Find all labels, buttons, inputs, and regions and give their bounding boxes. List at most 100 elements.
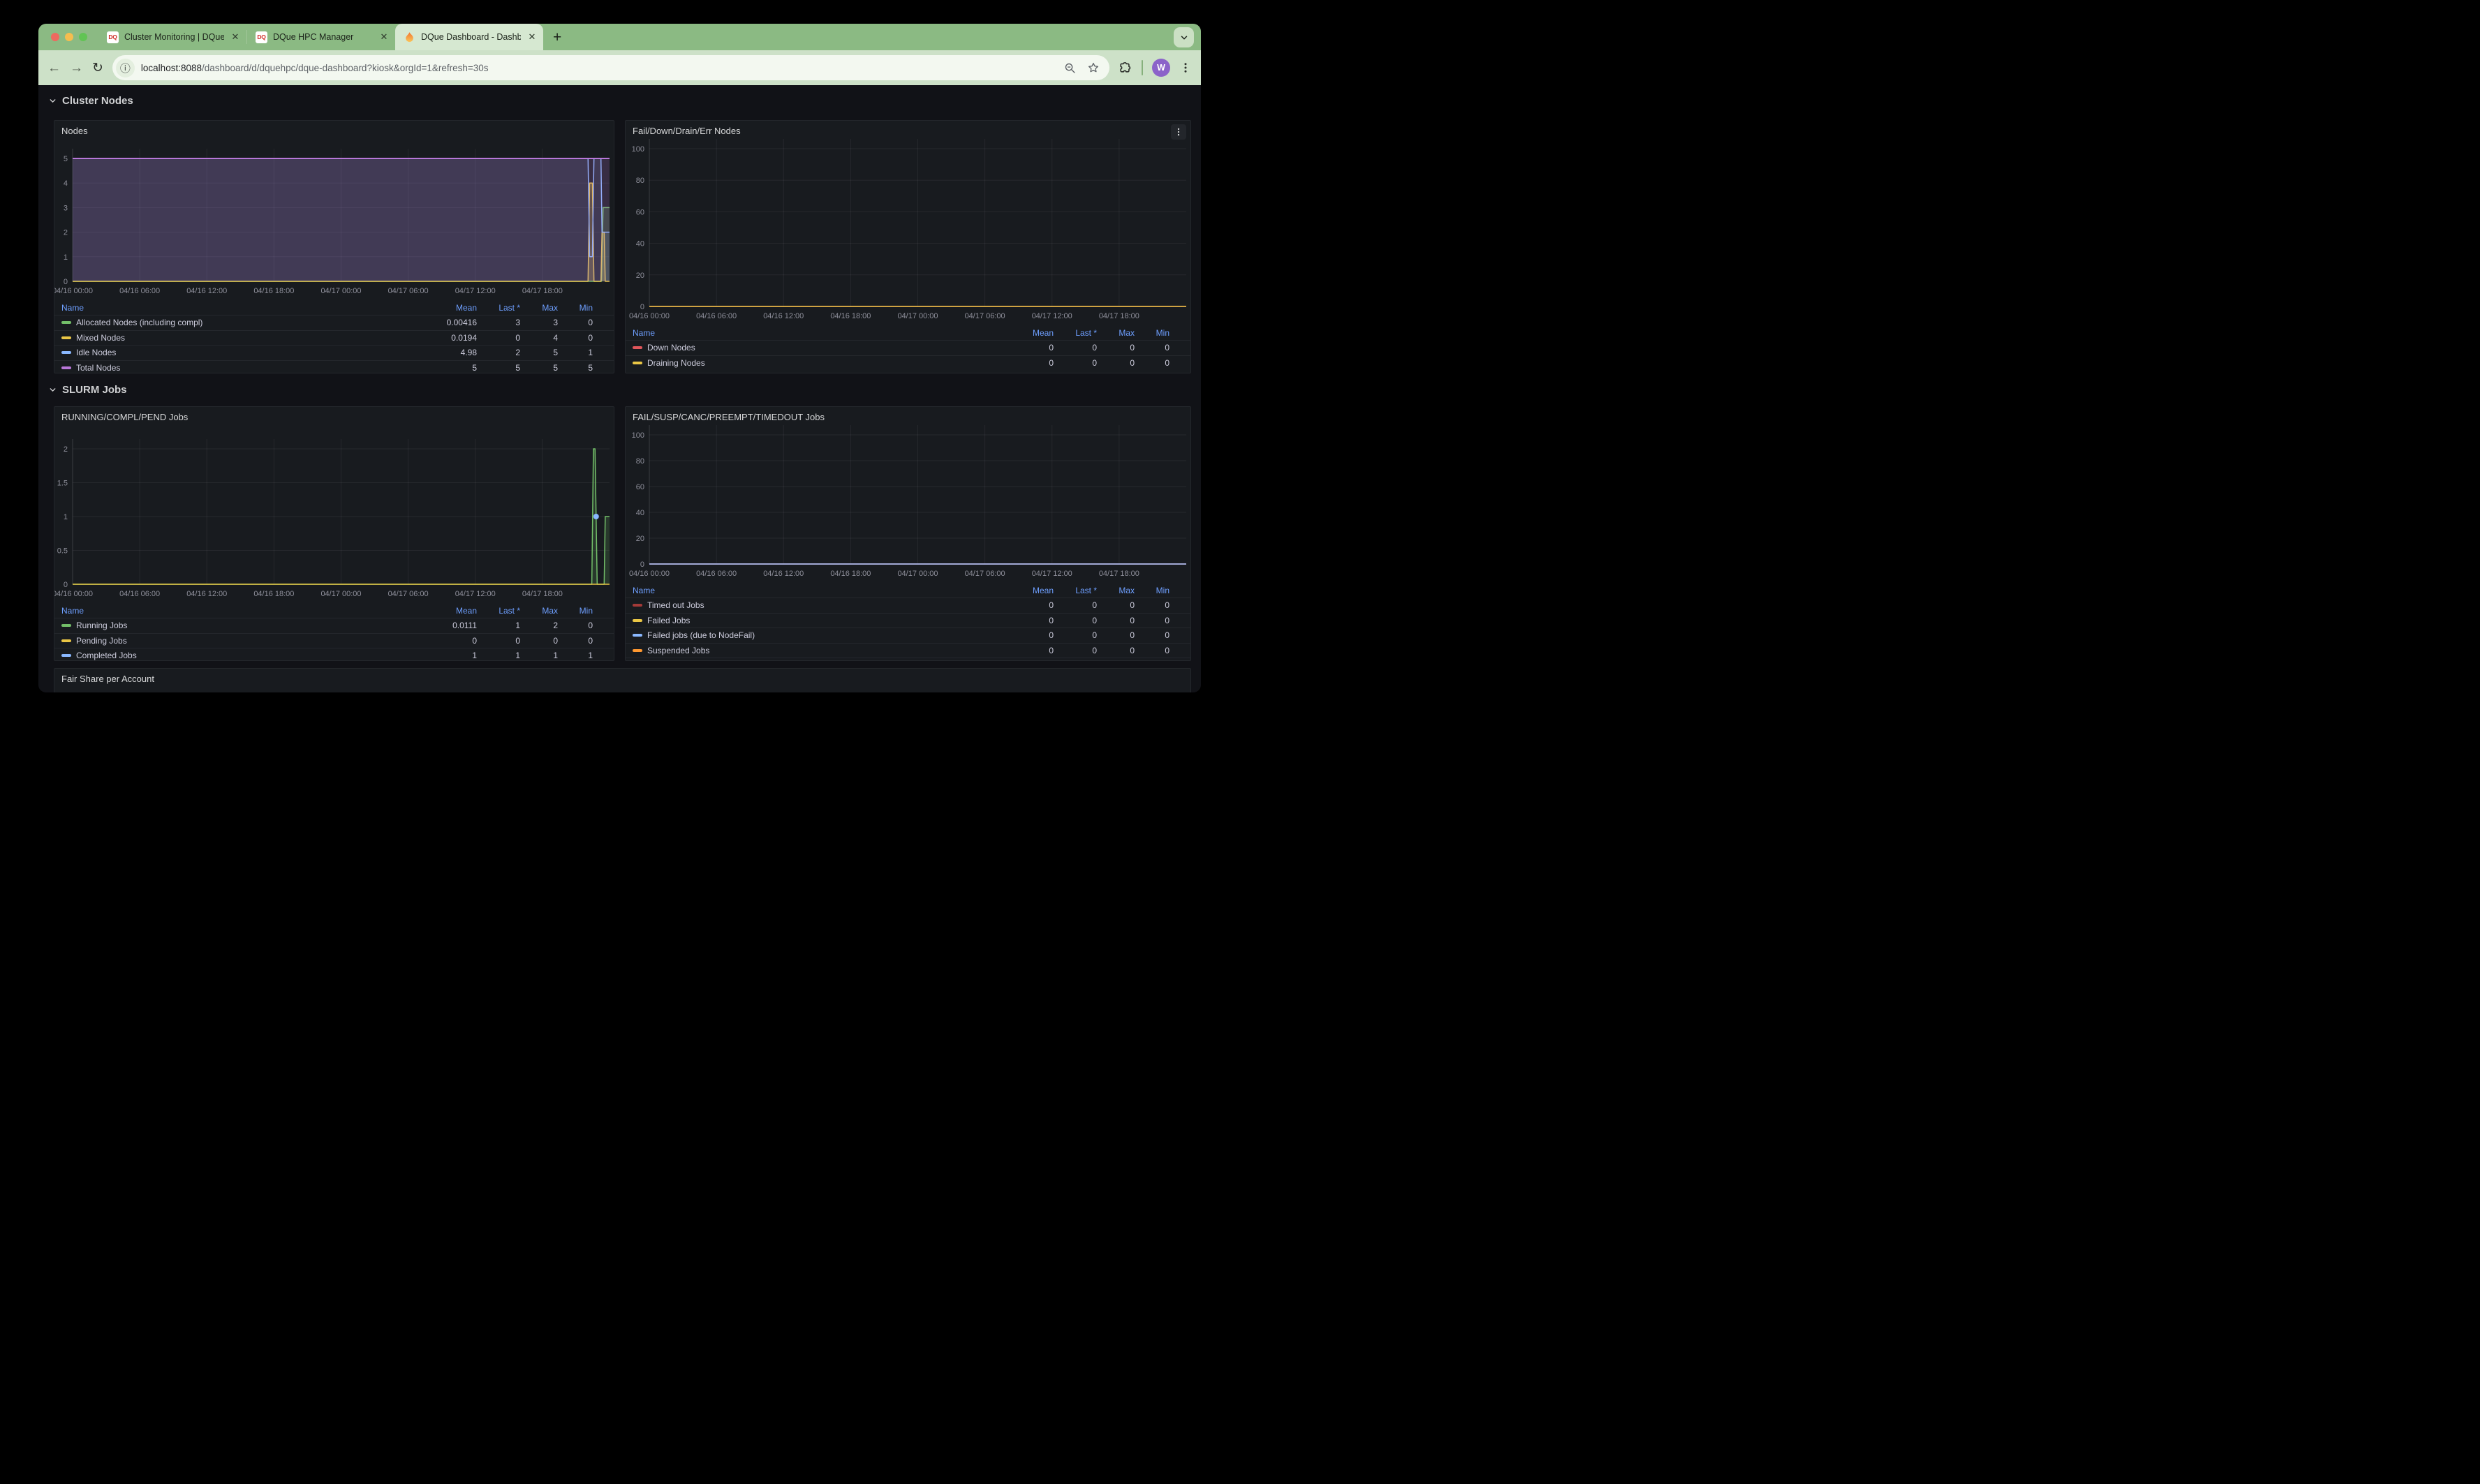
legend-row: Pending Jobs0000 [54, 633, 614, 648]
legend-column-header[interactable]: Name [61, 606, 428, 616]
series-label: Failed Jobs [647, 616, 690, 625]
svg-text:04/17 12:00: 04/17 12:00 [1032, 312, 1072, 320]
tab-dque-hpc-manager[interactable]: DQDQue HPC Manager✕ [247, 24, 395, 50]
section-header-slurm-jobs[interactable]: SLURM Jobs [48, 384, 127, 396]
legend-stat-value: 1 [428, 651, 477, 660]
svg-text:5: 5 [64, 155, 68, 163]
svg-text:04/16 12:00: 04/16 12:00 [763, 570, 804, 578]
legend-row: Total Nodes5555 [54, 360, 614, 373]
tab-close-button[interactable]: ✕ [230, 31, 241, 43]
panel-title[interactable]: Nodes [61, 126, 88, 136]
legend-stat-value: 1 [477, 651, 520, 660]
legend-column-header[interactable]: Name [61, 303, 428, 313]
back-button[interactable]: ← [47, 61, 61, 75]
legend-column-header[interactable]: Min [558, 303, 593, 313]
chart-nodes[interactable]: 01234504/16 00:0004/16 06:0004/16 12:000… [54, 121, 614, 298]
legend-column-header[interactable]: Last * [477, 303, 520, 313]
panel-title[interactable]: Fair Share per Account [61, 674, 154, 684]
chevron-down-icon [1179, 33, 1189, 43]
tab-dque-dashboard-dashboar[interactable]: DQue Dashboard - Dashboar✕ [395, 24, 543, 50]
series-color-swatch [633, 362, 642, 364]
tab-search-button[interactable] [1174, 27, 1194, 47]
legend-column-header[interactable]: Mean [428, 606, 477, 616]
site-info-icon[interactable]: ⓘ [116, 59, 135, 77]
panel-fair-share-per-account: Fair Share per Account [54, 668, 1191, 692]
zoom-out-icon[interactable] [1064, 62, 1076, 74]
legend-row: Mixed Nodes0.0194040 [54, 330, 614, 346]
legend-column-header[interactable]: Max [520, 606, 558, 616]
legend-column-header[interactable]: Min [1135, 328, 1169, 338]
legend-series-name[interactable]: Failed jobs (due to NodeFail) [633, 630, 1005, 640]
legend-column-header[interactable]: Name [633, 328, 1005, 338]
site-favicon: DQ [107, 31, 119, 43]
forward-button[interactable]: → [70, 61, 83, 75]
section-title: SLURM Jobs [62, 384, 127, 396]
svg-text:0.5: 0.5 [57, 547, 68, 556]
legend-series-name[interactable]: Down Nodes [633, 343, 1005, 353]
tab-cluster-monitoring-dque[interactable]: DQCluster Monitoring | DQue✕ [98, 24, 246, 50]
svg-text:04/17 12:00: 04/17 12:00 [455, 590, 496, 598]
series-color-swatch [61, 654, 71, 657]
new-tab-button[interactable]: + [550, 30, 564, 45]
legend-column-header[interactable]: Mean [1005, 586, 1054, 595]
legend-row: Timed out Jobs0000 [626, 598, 1190, 613]
legend-column-header[interactable]: Min [558, 606, 593, 616]
section-header-cluster-nodes[interactable]: Cluster Nodes [48, 95, 133, 107]
legend-series-name[interactable]: Mixed Nodes [61, 333, 428, 343]
tab-close-button[interactable]: ✕ [378, 31, 390, 43]
legend-column-header[interactable]: Last * [477, 606, 520, 616]
legend-series-name[interactable]: Timed out Jobs [633, 600, 1005, 610]
chart-fail-down-drain-err-nodes[interactable]: 02040608010004/16 00:0004/16 06:0004/16 … [626, 121, 1191, 323]
legend-series-name[interactable]: Failed Jobs [633, 616, 1005, 625]
legend-stat-value: 0 [1005, 646, 1054, 655]
minimize-window-button[interactable] [65, 33, 73, 41]
legend-column-header[interactable]: Max [1097, 586, 1135, 595]
legend-stat-value: 0 [558, 333, 593, 343]
zoom-window-button[interactable] [79, 33, 87, 41]
legend-series-name[interactable]: Running Jobs [61, 621, 428, 630]
legend-column-header[interactable]: Last * [1054, 586, 1097, 595]
series-color-swatch [61, 639, 71, 642]
chart-running-compl-pend-jobs[interactable]: 00.511.5204/16 00:0004/16 06:0004/16 12:… [54, 407, 614, 601]
tab-close-button[interactable]: ✕ [526, 31, 538, 43]
legend-stat-value: 0 [1054, 343, 1097, 353]
legend-column-header[interactable]: Last * [1054, 328, 1097, 338]
legend-column-header[interactable]: Name [633, 586, 1005, 595]
legend-series-name[interactable]: Pending Jobs [61, 636, 428, 646]
legend-series-name[interactable]: Idle Nodes [61, 348, 428, 357]
legend-column-header[interactable]: Min [1135, 586, 1169, 595]
legend-stat-value: 0 [520, 636, 558, 646]
profile-avatar[interactable]: W [1152, 59, 1170, 77]
extensions-icon[interactable] [1119, 61, 1132, 75]
panel-title[interactable]: FAIL/SUSP/CANC/PREEMPT/TIMEDOUT Jobs [633, 412, 825, 422]
url-path: /dashboard/d/dquehpc/dque-dashboard?kios… [202, 63, 489, 73]
legend-column-header[interactable]: Mean [1005, 328, 1054, 338]
svg-text:0: 0 [640, 303, 644, 311]
legend-series-name[interactable]: Suspended Jobs [633, 646, 1005, 655]
legend-column-header[interactable]: Max [1097, 328, 1135, 338]
legend-stat-value: 0 [1097, 358, 1135, 368]
chart-fail-susp-canc-preempt-timedout-jobs[interactable]: 02040608010004/16 00:0004/16 06:0004/16 … [626, 407, 1191, 581]
reload-button[interactable]: ↻ [92, 61, 103, 75]
legend-series-name[interactable]: Total Nodes [61, 363, 428, 373]
close-window-button[interactable] [51, 33, 59, 41]
svg-text:04/16 12:00: 04/16 12:00 [186, 590, 227, 598]
legend-series-name[interactable]: Allocated Nodes (including compl) [61, 318, 428, 327]
url-bar[interactable]: ⓘ localhost:8088/dashboard/d/dquehpc/dqu… [112, 55, 1109, 80]
svg-text:04/16 06:00: 04/16 06:00 [696, 312, 737, 320]
legend-column-header[interactable]: Max [520, 303, 558, 313]
bookmark-star-icon[interactable] [1087, 61, 1100, 74]
legend-series-name[interactable]: Completed Jobs [61, 651, 428, 660]
panel-menu-button[interactable] [1171, 124, 1186, 140]
browser-menu-icon[interactable] [1179, 61, 1192, 74]
legend-stat-value: 4.98 [428, 348, 477, 357]
panel-title[interactable]: RUNNING/COMPL/PEND Jobs [61, 412, 188, 422]
chevron-down-icon [48, 385, 57, 394]
svg-text:60: 60 [636, 483, 644, 491]
legend-column-header[interactable]: Mean [428, 303, 477, 313]
browser-window: DQCluster Monitoring | DQue✕DQDQue HPC M… [38, 24, 1201, 692]
svg-text:40: 40 [636, 509, 644, 517]
panel-title[interactable]: Fail/Down/Drain/Err Nodes [633, 126, 741, 136]
legend-series-name[interactable]: Draining Nodes [633, 358, 1005, 368]
svg-text:04/16 18:00: 04/16 18:00 [253, 590, 294, 598]
